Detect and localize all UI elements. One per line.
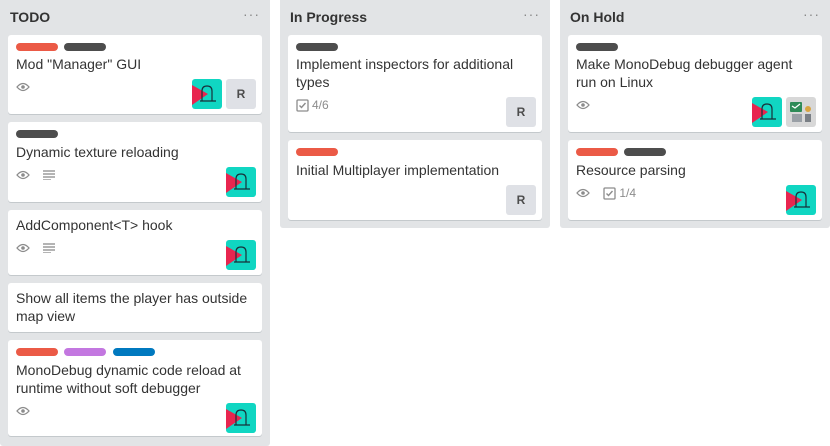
description-icon bbox=[43, 167, 56, 183]
label-red bbox=[16, 43, 58, 51]
list-todo: TODO ··· Mod "Manager" GUI R Dynamic tex… bbox=[0, 0, 270, 446]
member-avatar[interactable] bbox=[786, 185, 816, 215]
card-badges bbox=[16, 240, 65, 256]
watch-icon bbox=[16, 403, 30, 419]
label-dark bbox=[624, 148, 667, 156]
card[interactable]: Initial Multiplayer implementation R bbox=[288, 140, 542, 220]
list-menu-icon[interactable]: ··· bbox=[523, 6, 540, 22]
watch-icon bbox=[16, 167, 30, 183]
member-initial[interactable]: R bbox=[506, 97, 536, 127]
member-avatar[interactable] bbox=[226, 403, 256, 433]
list-title[interactable]: On Hold bbox=[570, 9, 624, 25]
card-labels bbox=[576, 43, 620, 51]
card[interactable]: Implement inspectors for additional type… bbox=[288, 35, 542, 132]
label-red bbox=[576, 148, 618, 156]
card[interactable]: Resource parsing 1/4 bbox=[568, 140, 822, 220]
member-initial[interactable]: R bbox=[506, 185, 536, 215]
list-menu-icon[interactable]: ··· bbox=[803, 6, 820, 22]
list-title[interactable]: In Progress bbox=[290, 9, 367, 25]
card[interactable]: Mod "Manager" GUI R bbox=[8, 35, 262, 114]
watch-icon bbox=[16, 79, 30, 95]
label-dark bbox=[16, 130, 58, 138]
card-badges: 4/6 bbox=[296, 97, 339, 113]
card-title: Make MonoDebug debugger agent run on Lin… bbox=[576, 56, 793, 90]
card-labels bbox=[16, 130, 60, 138]
member-avatar[interactable] bbox=[226, 167, 256, 197]
label-red bbox=[16, 348, 58, 356]
card-title: Resource parsing bbox=[576, 162, 686, 178]
card-labels bbox=[16, 43, 108, 51]
card-title: AddComponent<T> hook bbox=[16, 217, 173, 233]
card[interactable]: MonoDebug dynamic code reload at runtime… bbox=[8, 340, 262, 436]
watch-icon bbox=[16, 240, 30, 256]
member-avatar-2[interactable] bbox=[786, 97, 816, 127]
card-title: Mod "Manager" GUI bbox=[16, 56, 142, 72]
checklist-count: 1/4 bbox=[619, 186, 637, 200]
card-title: MonoDebug dynamic code reload at runtime… bbox=[16, 362, 241, 396]
label-blue bbox=[112, 348, 155, 356]
checklist-count: 4/6 bbox=[312, 98, 329, 112]
list-header: In Progress ··· bbox=[280, 0, 550, 34]
label-dark bbox=[296, 43, 338, 51]
card-title: Implement inspectors for additional type… bbox=[296, 56, 514, 90]
list-title[interactable]: TODO bbox=[10, 9, 50, 25]
card-badges: 1/4 bbox=[576, 185, 646, 201]
label-dark bbox=[64, 43, 107, 51]
card-labels bbox=[16, 348, 157, 356]
card-title: Initial Multiplayer implementation bbox=[296, 162, 500, 178]
list-menu-icon[interactable]: ··· bbox=[243, 6, 260, 22]
member-avatar[interactable] bbox=[752, 97, 782, 127]
member-initial[interactable]: R bbox=[226, 79, 256, 109]
checklist-icon bbox=[603, 186, 616, 200]
card-badges bbox=[16, 79, 40, 95]
label-red bbox=[296, 148, 338, 156]
card-title: Dynamic texture reloading bbox=[16, 144, 179, 160]
checklist-badge: 1/4 bbox=[603, 185, 636, 201]
description-icon bbox=[43, 240, 56, 256]
card[interactable]: Dynamic texture reloading bbox=[8, 122, 262, 202]
list-header: On Hold ··· bbox=[560, 0, 830, 34]
card-badges bbox=[16, 167, 65, 183]
card-badges bbox=[16, 403, 40, 419]
member-avatar[interactable] bbox=[226, 240, 256, 270]
list-in-progress: In Progress ··· Implement inspectors for… bbox=[280, 0, 550, 228]
label-purple bbox=[64, 348, 107, 356]
member-avatar[interactable] bbox=[192, 79, 222, 109]
checklist-badge: 4/6 bbox=[296, 97, 329, 113]
card-badges bbox=[576, 97, 600, 113]
card[interactable]: Make MonoDebug debugger agent run on Lin… bbox=[568, 35, 822, 132]
card-title: Show all items the player has outside ma… bbox=[16, 290, 248, 324]
label-dark bbox=[576, 43, 618, 51]
list-header: TODO ··· bbox=[0, 0, 270, 34]
checklist-icon bbox=[296, 98, 309, 112]
card[interactable]: Show all items the player has outside ma… bbox=[8, 283, 262, 332]
watch-icon bbox=[576, 185, 590, 201]
card-labels bbox=[296, 43, 340, 51]
card-labels bbox=[296, 148, 340, 156]
watch-icon bbox=[576, 97, 590, 113]
card[interactable]: AddComponent<T> hook bbox=[8, 210, 262, 275]
card-labels bbox=[576, 148, 668, 156]
list-on-hold: On Hold ··· Make MonoDebug debugger agen… bbox=[560, 0, 830, 228]
